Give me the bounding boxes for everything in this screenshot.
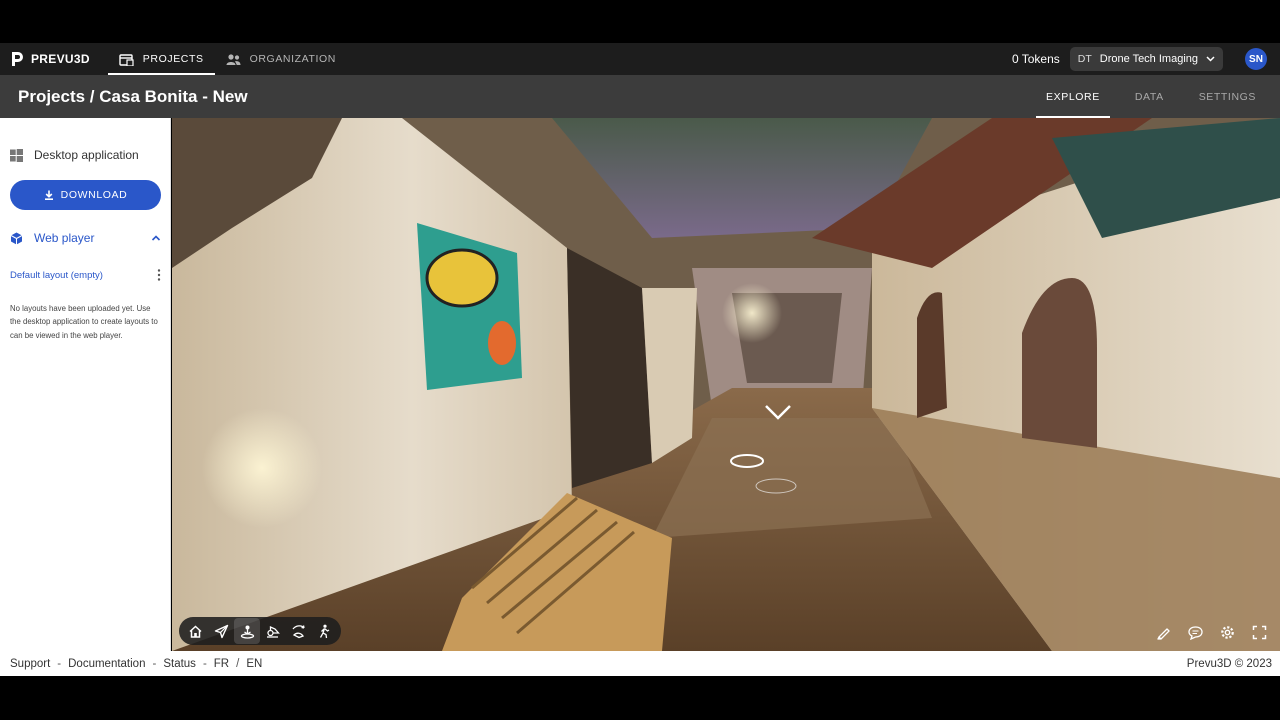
documentation-link[interactable]: Documentation — [68, 658, 145, 670]
organization-icon — [226, 53, 241, 65]
page-title: Projects / Casa Bonita - New — [18, 86, 248, 106]
prevu3d-logo-icon — [12, 52, 23, 66]
swipe-icon — [292, 624, 305, 638]
cube-icon — [10, 232, 23, 244]
fly-icon — [214, 624, 229, 638]
brand[interactable]: PREVU3D — [10, 43, 90, 75]
footer-separator: - — [202, 657, 207, 670]
settings-icon — [1220, 625, 1234, 639]
sidebar: Desktop application DOWNLOAD Web player … — [0, 118, 171, 651]
footer: Support - Documentation - Status - FR / … — [0, 651, 1280, 676]
walk-icon — [319, 624, 330, 638]
projects-icon — [119, 53, 134, 66]
tab-projects-label: PROJECTS — [142, 53, 204, 65]
tab-explore[interactable]: EXPLORE — [1036, 75, 1110, 118]
download-icon — [44, 190, 53, 200]
settings-button[interactable] — [1214, 620, 1240, 644]
copyright: Prevu3D © 2023 — [1186, 657, 1272, 670]
windows-icon — [10, 148, 23, 162]
user-avatar[interactable]: SN — [1245, 48, 1267, 70]
navigation-toolbar — [179, 617, 341, 645]
token-balance: 0 Tokens — [1011, 52, 1060, 66]
tab-data-label: DATA — [1134, 90, 1164, 103]
organization-select[interactable]: DT Drone Tech Imaging — [1069, 47, 1223, 71]
tab-settings[interactable]: SETTINGS — [1189, 75, 1266, 118]
layout-item-label: Default layout (empty) — [10, 269, 103, 281]
org-name: Drone Tech Imaging — [1099, 53, 1198, 65]
comment-icon — [1187, 625, 1203, 640]
top-nav-bar: PREVU3D PROJECTS ORGANIZATION 0 Tokens D… — [0, 43, 1280, 75]
footer-links: Support - Documentation - Status - FR / … — [10, 658, 262, 670]
orbit-mode-button[interactable] — [234, 618, 261, 644]
support-link[interactable]: Support — [10, 658, 50, 670]
project-tabs: EXPLORE DATA SETTINGS — [1021, 75, 1266, 118]
viewer-tools — [1144, 620, 1272, 644]
language-en-link[interactable]: EN — [246, 658, 262, 670]
footer-separator: - — [152, 657, 157, 670]
org-initials: DT — [1077, 53, 1092, 65]
orbit-icon — [240, 625, 254, 639]
home-button[interactable] — [183, 618, 209, 644]
tab-explore-label: EXPLORE — [1046, 90, 1100, 103]
chevron-down-icon — [1206, 56, 1215, 62]
footer-separator: / — [236, 657, 240, 670]
tab-organization-label: ORGANIZATION — [249, 53, 336, 65]
fullscreen-button[interactable] — [1246, 620, 1272, 644]
tab-data[interactable]: DATA — [1125, 75, 1174, 118]
home-icon — [189, 624, 202, 638]
more-options-icon[interactable] — [157, 269, 161, 281]
top-right-controls: 0 Tokens DT Drone Tech Imaging SN — [1012, 43, 1280, 75]
language-fr-link[interactable]: FR — [214, 658, 229, 670]
app-window: PREVU3D PROJECTS ORGANIZATION 0 Tokens D… — [0, 0, 1280, 720]
drone-mode-button[interactable] — [260, 618, 286, 644]
fly-mode-button[interactable] — [209, 618, 235, 644]
no-layouts-message: No layouts have been uploaded yet. Use t… — [10, 304, 158, 340]
web-player-section-toggle[interactable]: Web player — [10, 231, 161, 245]
download-button-label: DOWNLOAD — [60, 189, 128, 201]
project-header: Projects / Casa Bonita - New EXPLORE DAT… — [0, 75, 1280, 118]
drone-icon — [267, 625, 281, 638]
download-button[interactable]: DOWNLOAD — [10, 180, 161, 210]
user-initials: SN — [1249, 53, 1263, 65]
measure-icon — [1156, 627, 1170, 640]
layout-item[interactable]: Default layout (empty) — [10, 269, 161, 281]
desktop-application-label: Desktop application — [34, 148, 139, 162]
brand-name: PREVU3D — [31, 52, 90, 66]
measure-button[interactable] — [1150, 620, 1176, 644]
3d-viewport[interactable] — [172, 118, 1280, 651]
comment-button[interactable] — [1182, 620, 1208, 644]
status-link[interactable]: Status — [163, 658, 196, 670]
fullscreen-icon — [1252, 625, 1266, 639]
tab-settings-label: SETTINGS — [1198, 90, 1256, 103]
3d-scene-render[interactable] — [172, 118, 1280, 651]
footer-separator: - — [57, 657, 62, 670]
desktop-application-row: Desktop application — [10, 148, 139, 162]
web-player-label: Web player — [34, 231, 95, 245]
tab-projects[interactable]: PROJECTS — [107, 43, 215, 75]
chevron-up-icon — [151, 235, 161, 241]
tab-organization[interactable]: ORGANIZATION — [215, 43, 347, 75]
swipe-mode-button[interactable] — [286, 618, 312, 644]
walk-mode-button[interactable] — [311, 618, 337, 644]
